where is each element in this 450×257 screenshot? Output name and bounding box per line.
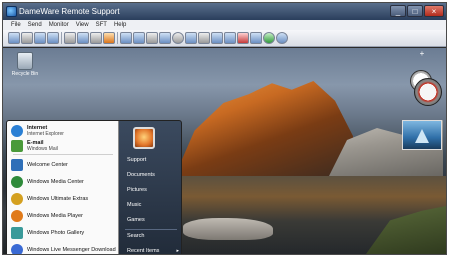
chat-icon[interactable] xyxy=(90,32,102,44)
start-music[interactable]: Music xyxy=(127,202,181,208)
program-live-messenger[interactable]: Windows Live Messenger Download xyxy=(11,242,117,254)
mail-icon xyxy=(11,140,23,152)
tools-icon[interactable] xyxy=(211,32,223,44)
recycle-bin[interactable]: Recycle Bin xyxy=(9,52,41,77)
cpu-meter-gadget-icon[interactable] xyxy=(414,78,442,106)
program-media-center[interactable]: Windows Media Center xyxy=(11,174,117,189)
wallpaper-mountain xyxy=(173,81,353,180)
program-label: Windows Media Player xyxy=(27,212,83,219)
remote-icon[interactable] xyxy=(103,32,115,44)
menu-send[interactable]: Send xyxy=(28,20,42,30)
toolbar-separator xyxy=(117,32,118,44)
welcome-center-icon xyxy=(11,158,23,171)
move-icon[interactable] xyxy=(47,32,59,44)
recycle-bin-icon xyxy=(17,52,33,70)
menu-view[interactable]: View xyxy=(76,20,89,30)
dameware-app-icon xyxy=(6,6,17,17)
zoom-icon[interactable] xyxy=(185,32,197,44)
dameware-window: DameWare Remote Support _ □ × File Send … xyxy=(2,2,447,255)
start-support[interactable]: Support xyxy=(127,157,181,163)
program-photo-gallery[interactable]: Windows Photo Gallery xyxy=(11,225,117,240)
pinned-internet[interactable]: Internet Internet Explorer xyxy=(11,123,117,139)
menu-help[interactable]: Help xyxy=(114,20,126,30)
slideshow-gadget[interactable] xyxy=(402,120,442,150)
program-label: Windows Live Messenger Download xyxy=(27,246,116,253)
options-icon[interactable] xyxy=(159,32,171,44)
transfer-icon[interactable] xyxy=(224,32,236,44)
start-recent-items[interactable]: Recent Items xyxy=(127,248,181,254)
keyboard-icon[interactable] xyxy=(77,32,89,44)
screen-icon[interactable] xyxy=(34,32,46,44)
close-button[interactable]: × xyxy=(424,5,444,17)
start-documents[interactable]: Documents xyxy=(127,172,181,178)
pinned-sub: Internet Explorer xyxy=(27,131,64,137)
info-icon[interactable] xyxy=(263,32,275,44)
windows-sidebar: + xyxy=(402,48,442,218)
settings-icon[interactable] xyxy=(250,32,262,44)
refresh-icon[interactable] xyxy=(172,32,184,44)
program-welcome-center[interactable]: Welcome Center xyxy=(11,157,117,172)
recycle-bin-label: Recycle Bin xyxy=(11,71,39,77)
program-ultimate-extras[interactable]: Windows Ultimate Extras xyxy=(11,191,117,206)
start-menu-places: Support Documents Pictures Music Games S… xyxy=(119,121,181,254)
program-label: Windows Photo Gallery xyxy=(27,229,85,236)
minimize-button[interactable]: _ xyxy=(390,5,406,17)
title-bar: DameWare Remote Support _ □ × xyxy=(3,3,446,20)
monitor-icon[interactable] xyxy=(120,32,132,44)
toolbar-close-icon[interactable] xyxy=(237,32,249,44)
start-menu-programs: Internet Internet Explorer E-mail Window… xyxy=(7,121,119,254)
connect-icon[interactable] xyxy=(8,32,20,44)
media-player-icon xyxy=(11,209,23,222)
grid-icon[interactable] xyxy=(146,32,158,44)
program-label: Windows Media Center xyxy=(27,178,84,185)
pinned-email[interactable]: E-mail Windows Mail xyxy=(11,138,117,154)
user-picture[interactable] xyxy=(133,127,155,149)
add-gadget-button[interactable]: + xyxy=(408,49,436,58)
start-games[interactable]: Games xyxy=(127,217,181,223)
program-media-player[interactable]: Windows Media Player xyxy=(11,208,117,223)
toolbar-separator xyxy=(61,32,62,44)
internet-explorer-icon xyxy=(11,125,23,137)
start-menu: Internet Internet Explorer E-mail Window… xyxy=(6,120,182,254)
media-center-icon xyxy=(11,175,23,188)
recent-items-label: Recent Items xyxy=(127,248,160,254)
menu-monitor[interactable]: Monitor xyxy=(49,20,69,30)
program-label: Windows Ultimate Extras xyxy=(27,195,89,202)
users-icon[interactable] xyxy=(64,32,76,44)
places-separator xyxy=(125,229,177,230)
menu-bar: File Send Monitor View SFT Help xyxy=(3,20,446,30)
scale-icon[interactable] xyxy=(133,32,145,44)
start-pictures[interactable]: Pictures xyxy=(127,187,181,193)
pinned-sub: Windows Mail xyxy=(27,146,58,152)
toolbar xyxy=(3,30,446,47)
disconnect-icon[interactable] xyxy=(21,32,33,44)
ultimate-extras-icon xyxy=(11,192,23,205)
menu-sft[interactable]: SFT xyxy=(96,20,107,30)
photo-gallery-icon xyxy=(11,226,23,239)
maximize-button[interactable]: □ xyxy=(407,5,423,17)
window-title: DameWare Remote Support xyxy=(19,7,120,16)
messenger-icon xyxy=(11,243,23,254)
wallpaper-rock xyxy=(183,218,273,240)
start-menu-divider xyxy=(13,154,113,155)
capture-icon[interactable] xyxy=(198,32,210,44)
program-label: Welcome Center xyxy=(27,161,68,168)
menu-file[interactable]: File xyxy=(11,20,21,30)
remote-desktop[interactable]: Recycle Bin + Internet Internet Explorer xyxy=(3,48,446,254)
help-icon[interactable] xyxy=(276,32,288,44)
chevron-right-icon: ▸ xyxy=(176,248,179,254)
start-search[interactable]: Search xyxy=(127,233,181,239)
